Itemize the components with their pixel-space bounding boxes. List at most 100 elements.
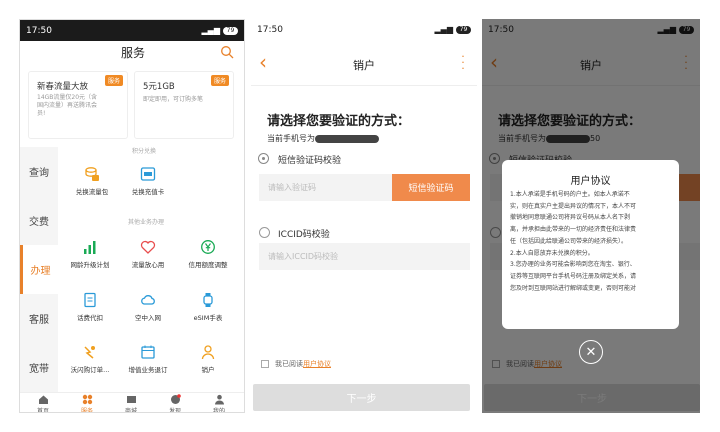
promo-tag: 服务 [104, 75, 123, 86]
item-label: 网龄升级计划 [70, 261, 110, 269]
cancel-account-screen: 17:50 ▂▄▆ 79 ‹ 销户 · · · 请选择您要验证的方式： 当前手机号为 … [251, 19, 477, 413]
profile-icon [214, 394, 224, 405]
verify-question: 请选择您要验证的方式： [267, 114, 411, 129]
close-icon[interactable]: ✕ [579, 340, 603, 364]
sidebar-item-pay[interactable]: 交费 [20, 196, 58, 245]
sms-code-input[interactable]: 请输入验证码 [259, 174, 392, 201]
promo-desc: 即定即用，可订购多笔 [143, 96, 204, 103]
cancel-account-item[interactable]: 销户 [176, 344, 240, 374]
compass-icon [170, 394, 181, 404]
sidebar-item-support[interactable]: 客服 [20, 294, 58, 343]
battery-icon: 79 [223, 26, 238, 35]
item-label: 沃闪购订单... [70, 366, 110, 374]
tab-services[interactable]: 服务 [67, 394, 107, 412]
dialog-title: 用户协议 [570, 176, 611, 187]
signal-icon: ▂▄▆ [434, 25, 453, 34]
sidebar-item-query[interactable]: 查询 [20, 147, 58, 196]
credit-adjust-item[interactable]: 信用额度调整 [176, 239, 240, 269]
page-title: 服务 [120, 46, 145, 60]
iccid-option-label: ICCID码校验 [278, 230, 330, 240]
user-icon [201, 345, 215, 360]
air-network-item[interactable]: 空中入网 [116, 292, 180, 322]
promo-desc: 14GB流量仅20元（含 国内流量）再送腾讯会 员! [37, 94, 98, 117]
page-title: 销户 [353, 59, 375, 72]
battery-icon: 79 [456, 25, 471, 34]
promo-title: 新春流量大放 [37, 82, 89, 92]
agreement-line: 实，则在真实户主提出异议的情况下，本人不可 [510, 202, 637, 210]
auto-debit-item[interactable]: 话费代扣 [58, 292, 122, 322]
section-other-label: 其他业务办理 [128, 219, 165, 226]
next-button[interactable]: 下一步 [253, 384, 470, 411]
yen-icon [201, 240, 215, 254]
calendar-icon [141, 345, 155, 359]
tab-mine[interactable]: 我的 [199, 394, 239, 412]
cloud-icon [141, 295, 155, 305]
bottom-tab-bar: 首页 服务 商城 发现 我的 [20, 392, 244, 412]
age-upgrade-item[interactable]: 网龄升级计划 [58, 239, 122, 269]
agreement-line: 证券等互联网平台手机号码注册及绑定关系，请 [510, 272, 637, 280]
promo-card-1gb[interactable]: 服务 5元1GB 即定即用，可订购多笔 [134, 71, 234, 139]
vas-unsubscribe-item[interactable]: 增值业务退订 [116, 344, 180, 374]
tab-discover[interactable]: 发现 [155, 394, 195, 412]
sms-radio[interactable] [259, 154, 268, 163]
status-time: 17:50 [257, 24, 283, 35]
sms-option-label: 短信验证码校验 [278, 156, 342, 166]
section-points-label: 积分兑换 [132, 148, 157, 155]
agreement-line: 任（包括因此给联通公司带来的经济损失）。 [510, 237, 628, 245]
item-label: 流量放心用 [131, 261, 165, 269]
bars-icon [84, 241, 96, 254]
signal-icon: ▂▄▆ [201, 26, 220, 35]
services-icon [82, 394, 92, 405]
flash-icon [84, 346, 95, 359]
tab-mall[interactable]: 商城 [111, 394, 151, 412]
dialog-body[interactable]: 1.本人承诺是手机号码的户主。如本人承诺不 实，则在真实户主提出异议的情况下，本… [510, 189, 672, 324]
home-icon [38, 395, 48, 404]
item-label: 话费代扣 [77, 314, 103, 322]
promo-card-flow[interactable]: 服务 新春流量大放 14GB流量仅20元（含 国内流量）再送腾讯会 员! [28, 71, 128, 139]
esim-watch-item[interactable]: eSIM手表 [176, 292, 240, 322]
item-label: 增值业务退订 [128, 366, 168, 374]
mail-icon [126, 396, 136, 403]
agreement-line: 1.本人承诺是手机号码的户主。如本人承诺不 [510, 191, 630, 198]
agreement-dialog-screen: 17:50 ▂▄▆79 ‹ 销户 ··· 请选择您要验证的方式： 当前手机号为5… [482, 19, 700, 413]
send-sms-button[interactable]: 短信验证码 [392, 174, 470, 201]
sidebar-item-handle[interactable]: 办理 [20, 245, 58, 294]
flow-worry-free-item[interactable]: 流量放心用 [116, 239, 180, 269]
page-header: ‹ 销户 ··· [251, 40, 477, 86]
item-label: 空中入网 [135, 314, 161, 322]
item-label: eSIM手表 [193, 314, 223, 322]
promo-tag: 服务 [210, 75, 229, 86]
search-icon[interactable] [220, 45, 234, 59]
redeem-card-item[interactable]: 兑换充值卡 [116, 166, 180, 196]
screenshot-canvas: 17:50 ▂▄▆ 79 服务 服务 新春流量大放 14GB流量仅20元（含 国内… [0, 0, 720, 432]
iccid-radio[interactable] [259, 227, 270, 238]
agree-checkbox[interactable] [261, 360, 269, 368]
status-bar: 17:50 ▂▄▆79 [251, 19, 477, 40]
agreement-line: 撤销地同意联通公司将异议号码从本人名下剥 [510, 214, 631, 222]
document-icon [84, 292, 96, 308]
tab-home[interactable]: 首页 [23, 394, 63, 412]
user-agreement-link[interactable]: 用户协议 [303, 360, 331, 368]
phone-number-line: 当前手机号为 [267, 133, 379, 144]
status-bar: 17:50 ▂▄▆79 [20, 20, 244, 41]
redeem-data-item[interactable]: 兑换流量包 [60, 166, 124, 196]
agreement-line: 2.本人自愿放弃未兑换的积分。 [510, 249, 594, 257]
agreement-line: 您及时到互联网站进行解绑或变更，否则可能对 [510, 284, 637, 292]
category-sidebar: 查询 交费 办理 客服 宽带 [20, 147, 58, 392]
flash-order-item[interactable]: 沃闪购订单... [58, 344, 122, 374]
item-label: 销户 [201, 366, 215, 374]
iccid-input[interactable]: 请输入ICCID码校验 [259, 243, 470, 270]
status-time: 17:50 [26, 25, 52, 36]
more-menu-icon[interactable]: ··· [461, 51, 465, 74]
sidebar-item-broadband[interactable]: 宽带 [20, 343, 58, 392]
item-label: 信用额度调整 [188, 261, 228, 269]
item-label: 兑换充值卡 [131, 188, 165, 196]
user-agreement-dialog: 用户协议 1.本人承诺是手机号码的户主。如本人承诺不 实，则在真实户主提出异议的… [502, 160, 679, 329]
watch-icon [203, 293, 213, 307]
card-icon [140, 167, 156, 181]
promo-title: 5元1GB [143, 82, 175, 92]
item-label: 兑换流量包 [75, 188, 109, 196]
coins-icon [85, 167, 99, 181]
agree-text: 我已阅读用户协议 [275, 360, 331, 368]
services-screen: 17:50 ▂▄▆ 79 服务 服务 新春流量大放 14GB流量仅20元（含 国内… [19, 19, 245, 413]
